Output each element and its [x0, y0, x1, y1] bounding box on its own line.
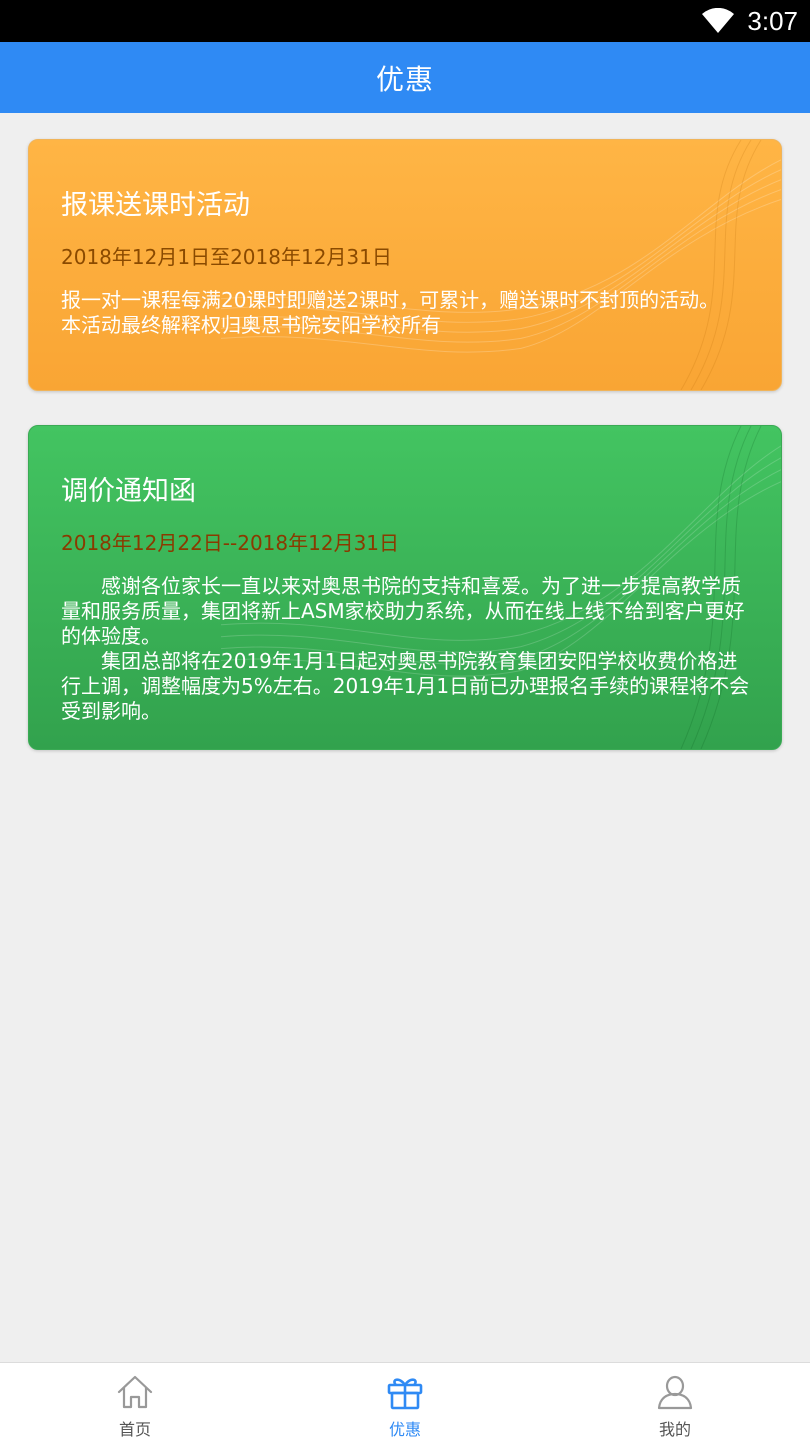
card-date: 2018年12月22日--2018年12月31日	[61, 531, 400, 555]
card-body-paragraph: 本活动最终解释权归奥思书院安阳学校所有	[61, 313, 441, 337]
page-title: 优惠	[375, 62, 434, 96]
tab-label: 我的	[658, 1420, 691, 1439]
card-body-paragraph: 感谢各位家长一直以来对奥思书院的支持和喜爱。为了进一步提高教学质量和服务质量，集…	[61, 574, 745, 648]
promo-card-course-bonus[interactable]: 报课送课时活动 2018年12月1日至2018年12月31日 报一对一课程每满2…	[28, 139, 782, 391]
card-title: 报课送课时活动	[61, 190, 250, 221]
tab-offers[interactable]: 优惠	[270, 1363, 540, 1440]
user-icon	[657, 1375, 693, 1410]
promo-card-price-notice[interactable]: 调价通知函 2018年12月22日--2018年12月31日 感谢各位家长一直以…	[28, 425, 782, 750]
card-date: 2018年12月1日至2018年12月31日	[61, 245, 392, 269]
tab-mine[interactable]: 我的	[540, 1363, 810, 1440]
home-icon	[117, 1375, 153, 1409]
app-bar: 优惠	[0, 42, 810, 113]
card-body: 感谢各位家长一直以来对奥思书院的支持和喜爱。为了进一步提高教学质量和服务质量，集…	[61, 574, 751, 724]
status-time: 3:07	[747, 5, 798, 36]
tab-label: 首页	[118, 1420, 151, 1439]
wifi-icon	[702, 8, 735, 33]
tab-home[interactable]: 首页	[0, 1363, 270, 1440]
card-body: 报一对一课程每满20课时即赠送2课时，可累计，赠送课时不封顶的活动。 本活动最终…	[61, 288, 751, 338]
card-body-paragraph: 集团总部将在2019年1月1日起对奥思书院教育集团安阳学校收费价格进行上调，调整…	[61, 649, 750, 723]
status-bar: 3:07	[0, 0, 810, 42]
bottom-tab-bar: 首页 优惠 我的	[0, 1362, 810, 1440]
card-title: 调价通知函	[61, 476, 196, 507]
tab-label: 优惠	[388, 1420, 421, 1439]
gift-icon	[387, 1378, 423, 1410]
card-body-paragraph: 报一对一课程每满20课时即赠送2课时，可累计，赠送课时不封顶的活动。	[61, 288, 720, 312]
